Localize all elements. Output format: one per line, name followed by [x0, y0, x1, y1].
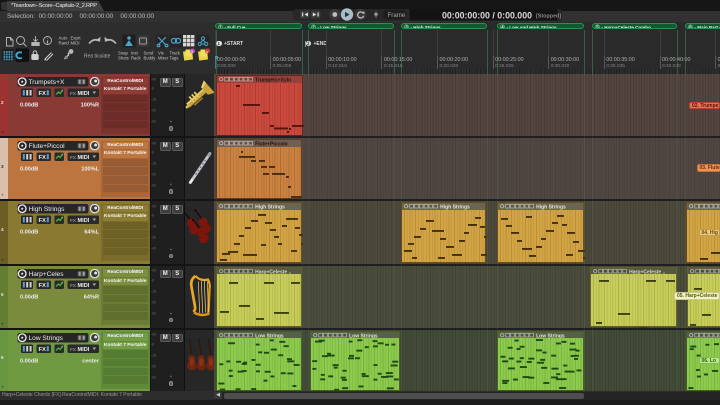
svg-text:100%R: 100%R	[81, 102, 99, 108]
svg-text:0.00dB: 0.00dB	[20, 102, 38, 108]
svg-text:FX: FX	[39, 91, 47, 97]
svg-text:100%L: 100%L	[81, 166, 99, 172]
svg-text:- Low and High Strings: - Low and High Strings	[506, 25, 556, 30]
svg-text:FX: FX	[39, 155, 47, 161]
svg-text:Buddy: Buddy	[144, 55, 157, 60]
svg-text:Rand: Rand	[59, 40, 70, 45]
svg-text:MIDI: MIDI	[78, 155, 90, 161]
svg-text:Tags: Tags	[170, 55, 179, 60]
svg-text:- Low Strings: - Low Strings	[317, 25, 347, 30]
svg-text:0.00dB: 0.00dB	[20, 358, 38, 364]
svg-text:0.00dB: 0.00dB	[20, 229, 38, 235]
svg-text:FX: FX	[39, 283, 47, 289]
svg-text:Trumpets+X: Trumpets+X	[29, 79, 65, 86]
svg-text:MIDI: MIDI	[78, 91, 90, 97]
svg-text:FX: FX	[70, 282, 77, 288]
svg-text:00:00:00:00 / 0:00.000: 00:00:00:00 / 0:00.000	[442, 10, 532, 20]
svg-text:MIDI: MIDI	[78, 347, 90, 353]
svg-text:Flute+Piccol: Flute+Piccol	[29, 143, 66, 150]
svg-text:64%R: 64%R	[84, 294, 99, 300]
svg-text:FX: FX	[39, 218, 47, 224]
svg-text:FX: FX	[70, 346, 77, 352]
svg-text:64%L: 64%L	[84, 229, 99, 235]
svg-text:[Stopped]: [Stopped]	[536, 14, 561, 20]
svg-text:Mixer: Mixer	[158, 55, 169, 60]
svg-text:FX: FX	[70, 91, 77, 97]
svg-text:FX: FX	[70, 218, 77, 224]
svg-text:- Full Cue: - Full Cue	[225, 25, 246, 30]
svg-text:MIDI: MIDI	[78, 283, 90, 289]
svg-text:High Strings: High Strings	[29, 206, 66, 213]
svg-text:MIDI: MIDI	[71, 40, 80, 45]
svg-text:Rea ticulate: Rea ticulate	[84, 53, 111, 59]
svg-text:Rack: Rack	[131, 55, 141, 60]
svg-text:MIDI: MIDI	[78, 218, 90, 224]
svg-text:0.00dB: 0.00dB	[20, 166, 38, 172]
svg-text:- Main Part of t: - Main Part of t	[695, 25, 720, 30]
svg-text:Shots: Shots	[118, 55, 129, 60]
svg-text:- High Strings: - High Strings	[410, 25, 441, 30]
svg-text:Frame: Frame	[388, 12, 406, 19]
svg-text:0.00dB: 0.00dB	[20, 294, 38, 300]
svg-text:FX: FX	[70, 155, 77, 161]
svg-text:FX: FX	[39, 347, 47, 353]
svg-text:- Harp+Celeste Combo: - Harp+Celeste Combo	[601, 25, 651, 30]
svg-text:Low Strings: Low Strings	[29, 335, 64, 342]
svg-text:center: center	[82, 358, 100, 364]
svg-text:x: x	[206, 49, 208, 54]
svg-text:Harp+Celes: Harp+Celes	[29, 271, 65, 278]
